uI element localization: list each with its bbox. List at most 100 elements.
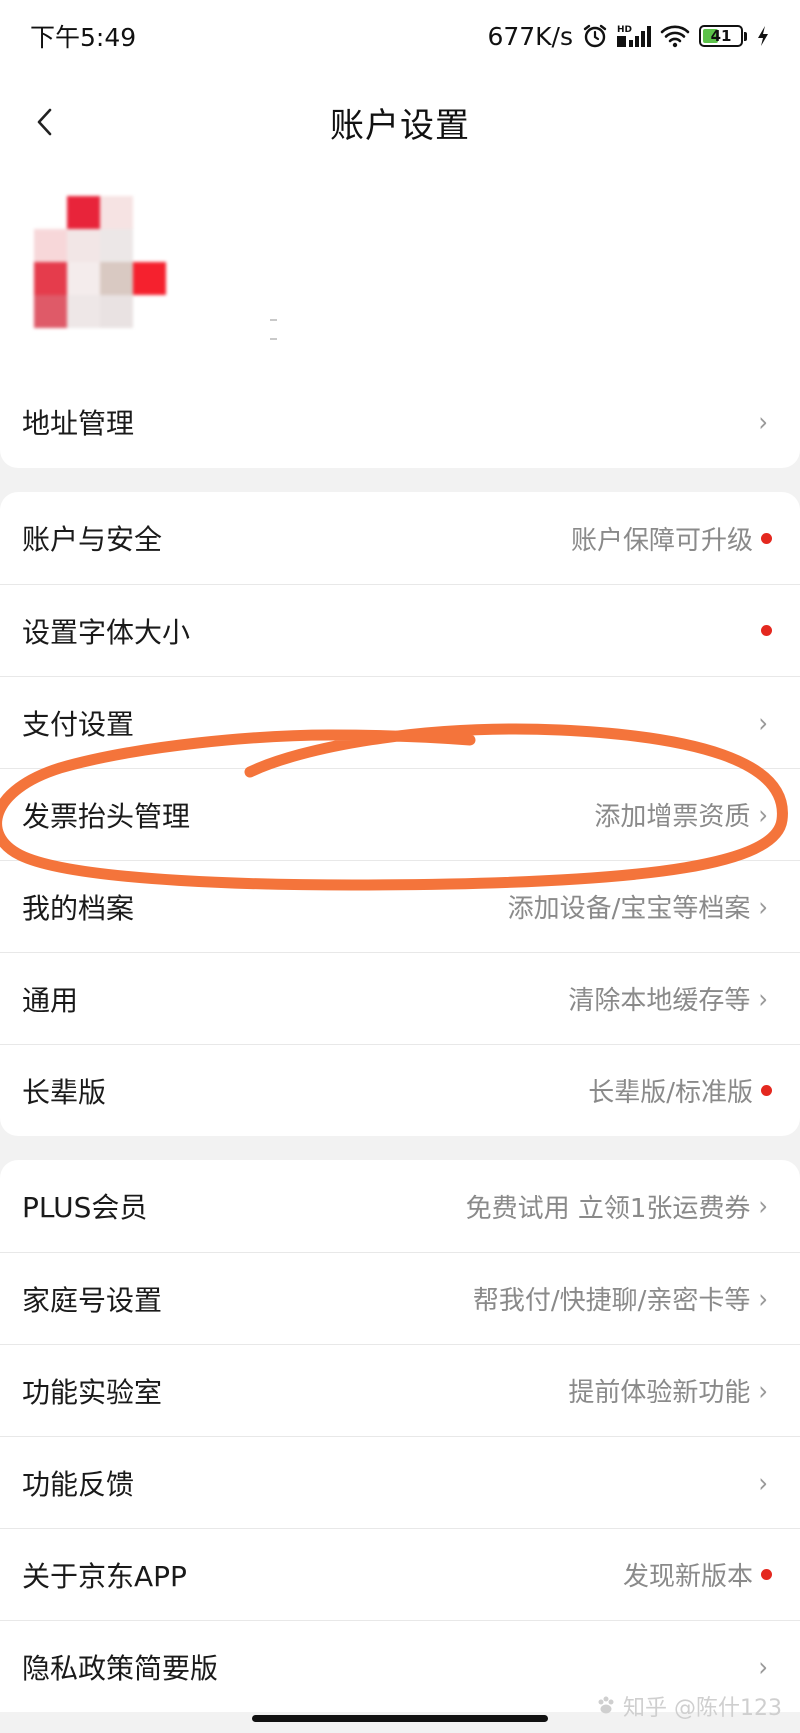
back-button[interactable]	[34, 100, 74, 144]
settings-row[interactable]: 发票抬头管理 添加增票资质 ›	[0, 768, 800, 860]
settings-row[interactable]: 通用 清除本地缓存等 ›	[0, 952, 800, 1044]
avatar-tile	[67, 229, 100, 262]
chevron-left-icon	[37, 108, 52, 136]
settings-row-right: 清除本地缓存等 ›	[568, 980, 768, 1017]
avatar[interactable]	[34, 196, 166, 328]
chevron-right-icon: ›	[758, 1375, 768, 1406]
notification-dot	[761, 625, 772, 636]
section-more: PLUS会员 免费试用 立领1张运费券 › 家庭号设置 帮我付/快捷聊/亲密卡等 › 功能实…	[0, 1160, 800, 1712]
section-address: 地址管理 ›	[0, 376, 800, 468]
avatar-tile	[67, 196, 100, 229]
alarm-icon	[582, 23, 608, 49]
avatar-tile	[34, 295, 67, 328]
chevron-right-icon: ›	[758, 1283, 768, 1314]
settings-row-right: ›	[750, 707, 768, 738]
chevron-right-icon: ›	[758, 1651, 768, 1682]
avatar-tile	[133, 262, 166, 295]
settings-row[interactable]: 关于京东APP 发现新版本	[0, 1528, 800, 1620]
settings-row-label: PLUS会员	[22, 1191, 148, 1224]
settings-row-right: ›	[750, 1467, 768, 1498]
notification-dot	[761, 1085, 772, 1096]
settings-row-label: 设置字体大小	[22, 615, 191, 649]
status-icons: 677K/s HD 41	[487, 22, 770, 51]
settings-row[interactable]: 设置字体大小	[0, 584, 800, 676]
settings-row[interactable]: 账户与安全 账户保障可升级	[0, 492, 800, 584]
settings-row-label: 功能反馈	[22, 1467, 135, 1501]
settings-row-label: 发票抬头管理	[22, 799, 191, 833]
settings-row-label: 支付设置	[22, 707, 135, 741]
svg-text:HD: HD	[617, 25, 632, 35]
avatar-tile	[34, 196, 67, 229]
settings-row-right: 添加增票资质 ›	[594, 796, 768, 833]
settings-row-right: 长辈版/标准版	[588, 1072, 772, 1109]
home-indicator[interactable]	[252, 1715, 548, 1722]
chevron-right-icon: ›	[758, 891, 768, 922]
settings-row[interactable]: 功能反馈 ›	[0, 1436, 800, 1528]
settings-row-right: 提前体验新功能 ›	[568, 1372, 768, 1409]
settings-row-value: 免费试用 立领1张运费券	[465, 1193, 751, 1224]
header-area: 下午5:49 677K/s HD 41 账户设置	[0, 0, 800, 376]
settings-row-label: 家庭号设置	[22, 1283, 163, 1317]
settings-row-label: 账户与安全	[22, 523, 163, 556]
settings-row-label: 功能实验室	[22, 1375, 163, 1409]
settings-row-value: 帮我付/快捷聊/亲密卡等	[472, 1286, 751, 1316]
settings-row-label: 地址管理	[22, 407, 135, 440]
settings-row[interactable]: 功能实验室 提前体验新功能 ›	[0, 1344, 800, 1436]
username	[270, 306, 310, 340]
status-bar: 下午5:49 677K/s HD 41	[0, 0, 800, 72]
avatar-tile	[100, 295, 133, 328]
settings-row[interactable]: 长辈版 长辈版/标准版	[0, 1044, 800, 1136]
settings-row-value: 账户保障可升级	[570, 525, 753, 556]
paw-icon	[598, 1696, 614, 1714]
avatar-tile	[133, 196, 166, 229]
watermark-text: 知乎 @陈什123	[623, 1696, 782, 1721]
settings-row-value: 提前体验新功能	[568, 1378, 751, 1408]
chevron-right-icon: ›	[758, 799, 768, 830]
settings-row-label: 通用	[22, 983, 79, 1017]
settings-row[interactable]: PLUS会员 免费试用 立领1张运费券 ›	[0, 1160, 800, 1252]
settings-row-right: 账户保障可升级	[570, 520, 772, 557]
settings-row-right: 发现新版本	[622, 1556, 772, 1593]
avatar-tile	[100, 262, 133, 295]
charging-icon	[756, 25, 770, 47]
settings-row-label: 我的档案	[22, 891, 135, 925]
network-speed: 677K/s	[487, 21, 573, 51]
settings-row-label: 关于京东APP	[22, 1559, 187, 1593]
settings-row-right	[753, 625, 772, 636]
settings-row-right: ›	[750, 406, 768, 438]
settings-row-value: 添加增票资质	[594, 802, 751, 832]
settings-row-value: 清除本地缓存等	[568, 986, 751, 1016]
chevron-right-icon: ›	[758, 1190, 768, 1222]
status-time: 下午5:49	[30, 23, 137, 52]
settings-row-right: 添加设备/宝宝等档案 ›	[508, 888, 768, 925]
settings-row[interactable]: 我的档案 添加设备/宝宝等档案 ›	[0, 860, 800, 952]
settings-row[interactable]: 家庭号设置 帮我付/快捷聊/亲密卡等 ›	[0, 1252, 800, 1344]
chevron-right-icon: ›	[758, 406, 768, 438]
watermark: 知乎 @陈什123	[595, 1690, 782, 1722]
settings-row[interactable]: 地址管理 ›	[0, 376, 800, 468]
battery-icon: 41	[699, 25, 747, 47]
profile-section[interactable]	[0, 172, 800, 376]
avatar-tile	[67, 262, 100, 295]
page-title: 账户设置	[330, 105, 470, 146]
settings-row-right: ›	[750, 1651, 768, 1682]
settings-row-label: 长辈版	[22, 1075, 107, 1109]
avatar-tile	[133, 229, 166, 262]
battery-level: 41	[710, 27, 732, 45]
settings-row-right: 帮我付/快捷聊/亲密卡等 ›	[473, 1280, 768, 1317]
navigation-bar: 账户设置	[0, 72, 800, 172]
settings-row[interactable]: 支付设置 ›	[0, 676, 800, 768]
notification-dot	[761, 1569, 772, 1580]
hd-signal-icon: HD	[617, 23, 651, 49]
avatar-tile	[133, 295, 166, 328]
settings-row-right: 免费试用 立领1张运费券 ›	[466, 1188, 768, 1225]
avatar-tile	[100, 196, 133, 229]
wifi-icon	[660, 24, 690, 48]
chevron-right-icon: ›	[758, 1467, 768, 1498]
avatar-tile	[34, 262, 67, 295]
avatar-tile	[67, 295, 100, 328]
avatar-tile	[34, 229, 67, 262]
settings-row-label: 隐私政策简要版	[22, 1651, 219, 1685]
chevron-right-icon: ›	[758, 707, 768, 738]
settings-row-value: 发现新版本	[622, 1562, 753, 1592]
